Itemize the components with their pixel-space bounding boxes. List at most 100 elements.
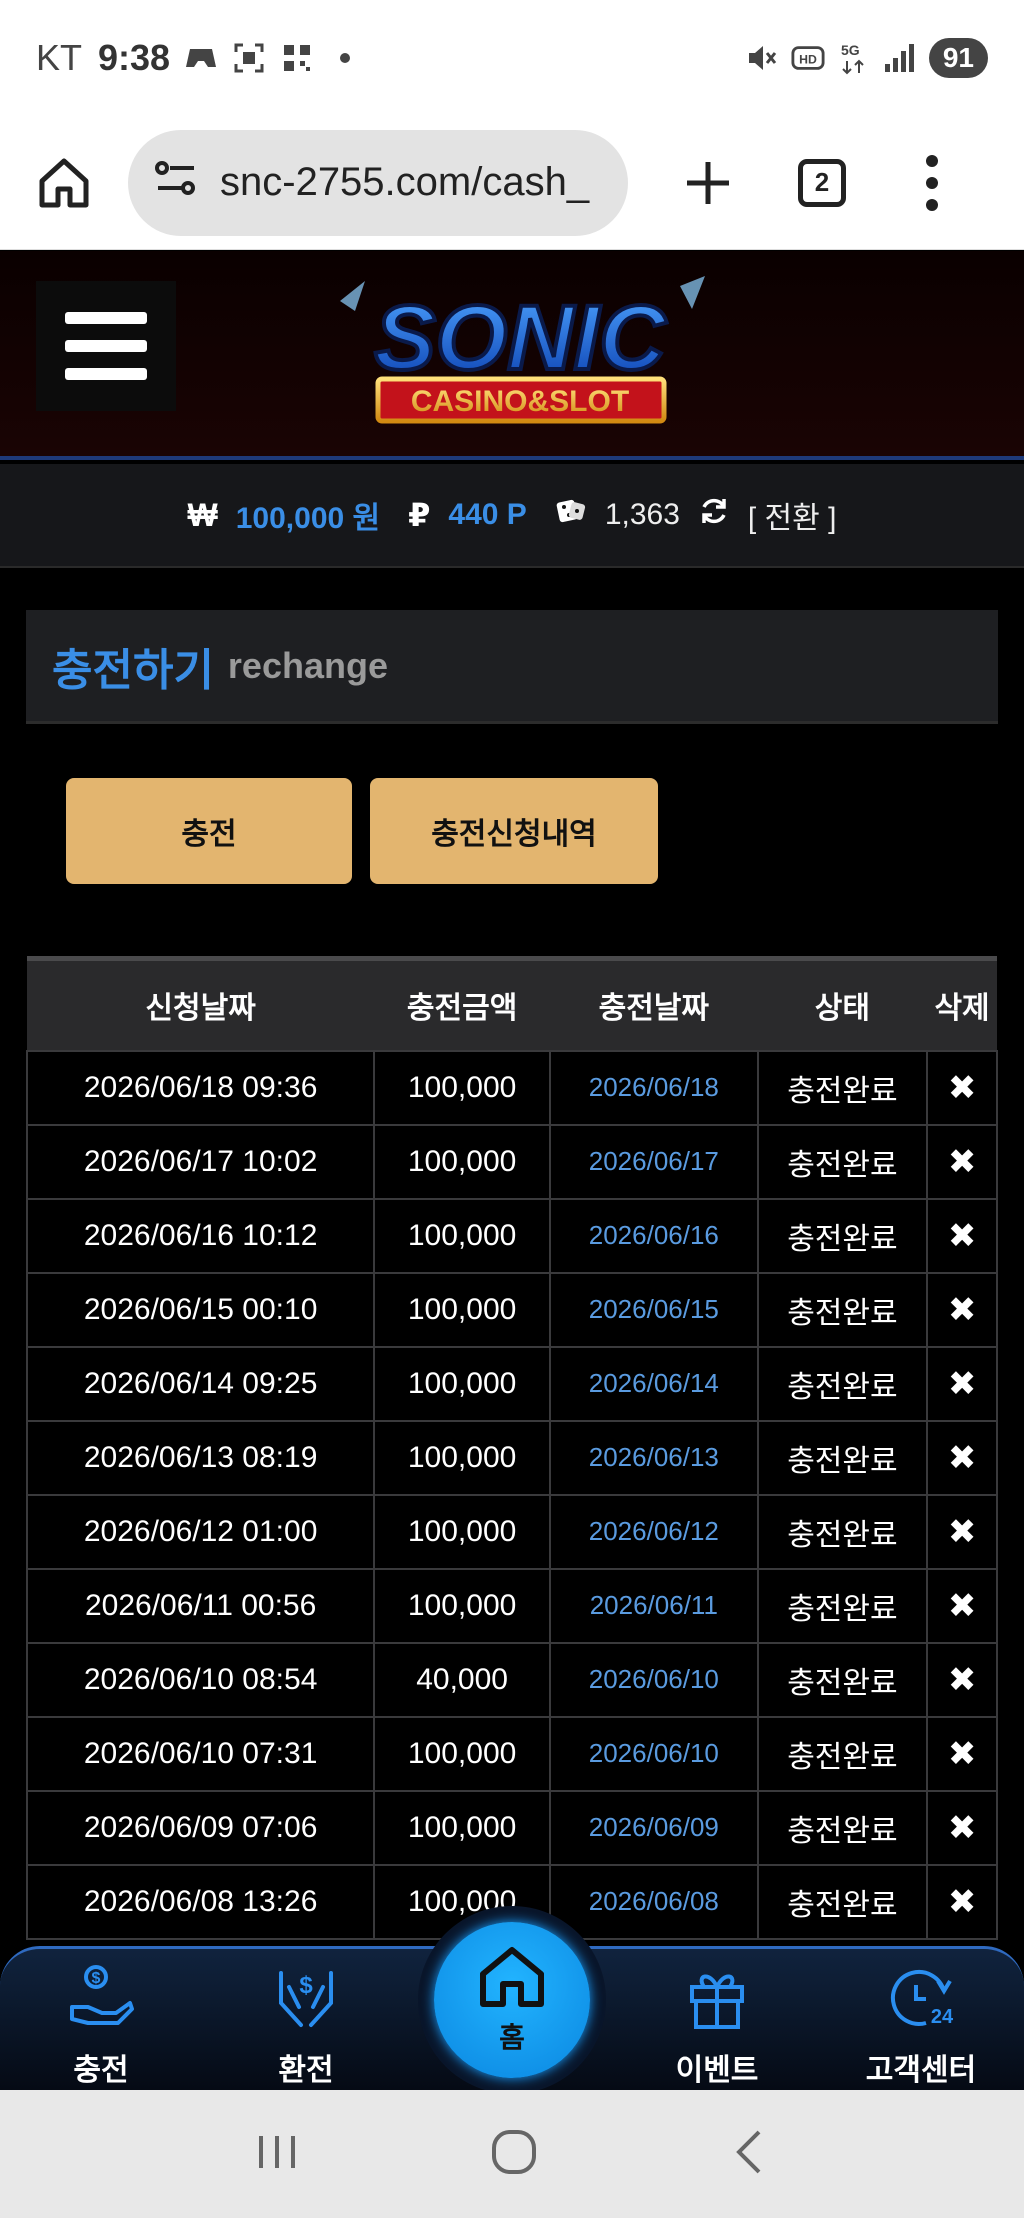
svg-text:SONIC: SONIC [374,287,667,389]
request-date-cell: 2026/06/10 07:31 [25,1715,376,1792]
table-row: 2026/06/10 08:54 40,000 2026/06/10 충전완료 ✖ [25,1641,998,1718]
svg-text:HD: HD [799,53,817,67]
request-date-cell: 2026/06/15 00:10 [25,1271,376,1348]
status-cell: 충전완료 [756,1419,929,1496]
page-title-english: rechange [227,644,388,686]
delete-icon[interactable]: ✖ [926,1863,998,1940]
table-row: 2026/06/11 00:56 100,000 2026/06/11 충전완료 ✖ [25,1567,998,1644]
amount-cell: 100,000 [373,1419,551,1496]
charge-date-cell: 2026/06/08 [548,1863,759,1940]
table-row: 2026/06/10 07:31 100,000 2026/06/10 충전완료 ✖ [25,1715,998,1792]
table-row: 2026/06/15 00:10 100,000 2026/06/15 충전완료 ✖ [25,1271,998,1348]
delete-icon[interactable]: ✖ [926,1049,998,1126]
nav-support[interactable]: 24 고객센터 [846,1963,996,2089]
sonic-casino-logo[interactable]: SONIC CASINO&SLOT [320,271,720,441]
delete-icon[interactable]: ✖ [926,1715,998,1792]
request-date-cell: 2026/06/12 01:00 [25,1493,376,1570]
android-navigation-bar [0,2090,1024,2218]
recent-apps-icon[interactable] [255,2132,299,2177]
svg-text:$: $ [299,1972,313,1999]
point-symbol: ₽ [408,497,431,533]
chip-count: 1,363 [604,498,680,531]
screenshot-icon [232,41,266,75]
hamburger-menu-icon[interactable] [36,281,176,411]
delete-icon[interactable]: ✖ [926,1641,998,1718]
page-title: 충전하기 rechange [26,610,998,724]
browser-toolbar: snc-2755.com/cash_ 2 [0,116,1024,250]
nav-home-button[interactable]: 홈 [434,1922,590,2078]
address-bar[interactable]: snc-2755.com/cash_ [128,129,628,236]
status-cell: 충전완료 [756,1271,929,1348]
amount-cell: 100,000 [373,1567,551,1644]
charge-tab-button[interactable]: 충전 [66,778,352,884]
charge-history-table: 신청날짜 충전금액 충전날짜 상태 삭제 2026/06/18 09:36 100… [25,956,998,1940]
carrier-label: KT [36,37,83,78]
tab-switcher-button[interactable]: 2 [798,158,846,207]
amount-cell: 100,000 [373,1197,551,1274]
home-circle-icon[interactable] [490,2128,538,2181]
signal-icon [883,41,917,75]
svg-text:$: $ [92,1970,101,1987]
amount-cell: 100,000 [373,1789,551,1866]
delete-icon[interactable]: ✖ [926,1567,998,1644]
amount-cell: 100,000 [373,1123,551,1200]
site-header: SONIC CASINO&SLOT [0,251,1024,460]
qr-icon [280,41,314,75]
header-delete: 삭제 [927,956,997,1051]
table-row: 2026/06/12 01:00 100,000 2026/06/12 충전완료 ✖ [25,1493,998,1570]
amount-cell: 40,000 [373,1641,551,1718]
delete-icon[interactable]: ✖ [926,1197,998,1274]
nav-charge[interactable]: $ 충전 [26,1963,176,2089]
site-settings-icon[interactable] [154,158,198,208]
battery-indicator: 91 [928,38,988,78]
point-balance: 440 P [448,498,527,531]
delete-icon[interactable]: ✖ [926,1345,998,1422]
more-menu-icon[interactable] [922,147,942,219]
delete-icon[interactable]: ✖ [926,1123,998,1200]
status-cell: 충전완료 [756,1493,929,1570]
request-date-cell: 2026/06/16 10:12 [25,1197,376,1274]
clock: 9:38 [98,37,171,78]
header-request-date: 신청날짜 [27,956,375,1051]
status-cell: 충전완료 [756,1197,929,1274]
won-balance: 100,000 원 [235,502,381,535]
amount-cell: 100,000 [373,1493,551,1570]
delete-icon[interactable]: ✖ [926,1419,998,1496]
balance-bar: ₩ 100,000 원 ₽ 440 P 1,363 [ 전환 ] [0,464,1024,568]
status-cell: 충전완료 [756,1641,929,1718]
amount-cell: 100,000 [373,1049,551,1126]
status-cell: 충전완료 [756,1345,929,1422]
charge-icon: $ [70,1965,134,2025]
convert-button[interactable]: [ 전환 ] [748,493,837,537]
request-date-cell: 2026/06/10 08:54 [25,1641,376,1718]
nav-event[interactable]: 이벤트 [642,1963,792,2089]
svg-text:CASINO&SLOT: CASINO&SLOT [411,385,629,418]
request-date-cell: 2026/06/18 09:36 [25,1049,376,1126]
status-cell: 충전완료 [756,1715,929,1792]
new-tab-icon[interactable] [672,147,744,219]
header-status: 상태 [757,956,928,1051]
page-title-korean: 충전하기 [52,645,214,695]
nav-exchange[interactable]: $ 환전 [231,1963,381,2089]
table-row: 2026/06/16 10:12 100,000 2026/06/16 충전완료 ✖ [25,1197,998,1274]
refresh-icon[interactable] [698,495,730,535]
request-date-cell: 2026/06/17 10:02 [25,1123,376,1200]
request-date-cell: 2026/06/13 08:19 [25,1419,376,1496]
charge-date-cell: 2026/06/12 [548,1493,759,1570]
table-row: 2026/06/18 09:36 100,000 2026/06/18 충전완료 ✖ [25,1049,998,1126]
status-bar: KT 9:38 HD 5G 91 [0,0,1024,116]
back-icon[interactable] [729,2128,769,2181]
charge-history-tab-button[interactable]: 충전신청내역 [370,778,658,884]
charge-date-cell: 2026/06/15 [548,1271,759,1348]
delete-icon[interactable]: ✖ [926,1789,998,1866]
charge-date-cell: 2026/06/17 [548,1123,759,1200]
delete-icon[interactable]: ✖ [926,1271,998,1348]
charge-date-cell: 2026/06/10 [548,1641,759,1718]
dot-icon [328,41,362,75]
amount-cell: 100,000 [373,1715,551,1792]
dice-icon [555,495,587,535]
gift-icon [690,1974,744,2029]
home-icon [480,1947,544,2007]
delete-icon[interactable]: ✖ [926,1493,998,1570]
home-icon[interactable] [28,147,100,219]
